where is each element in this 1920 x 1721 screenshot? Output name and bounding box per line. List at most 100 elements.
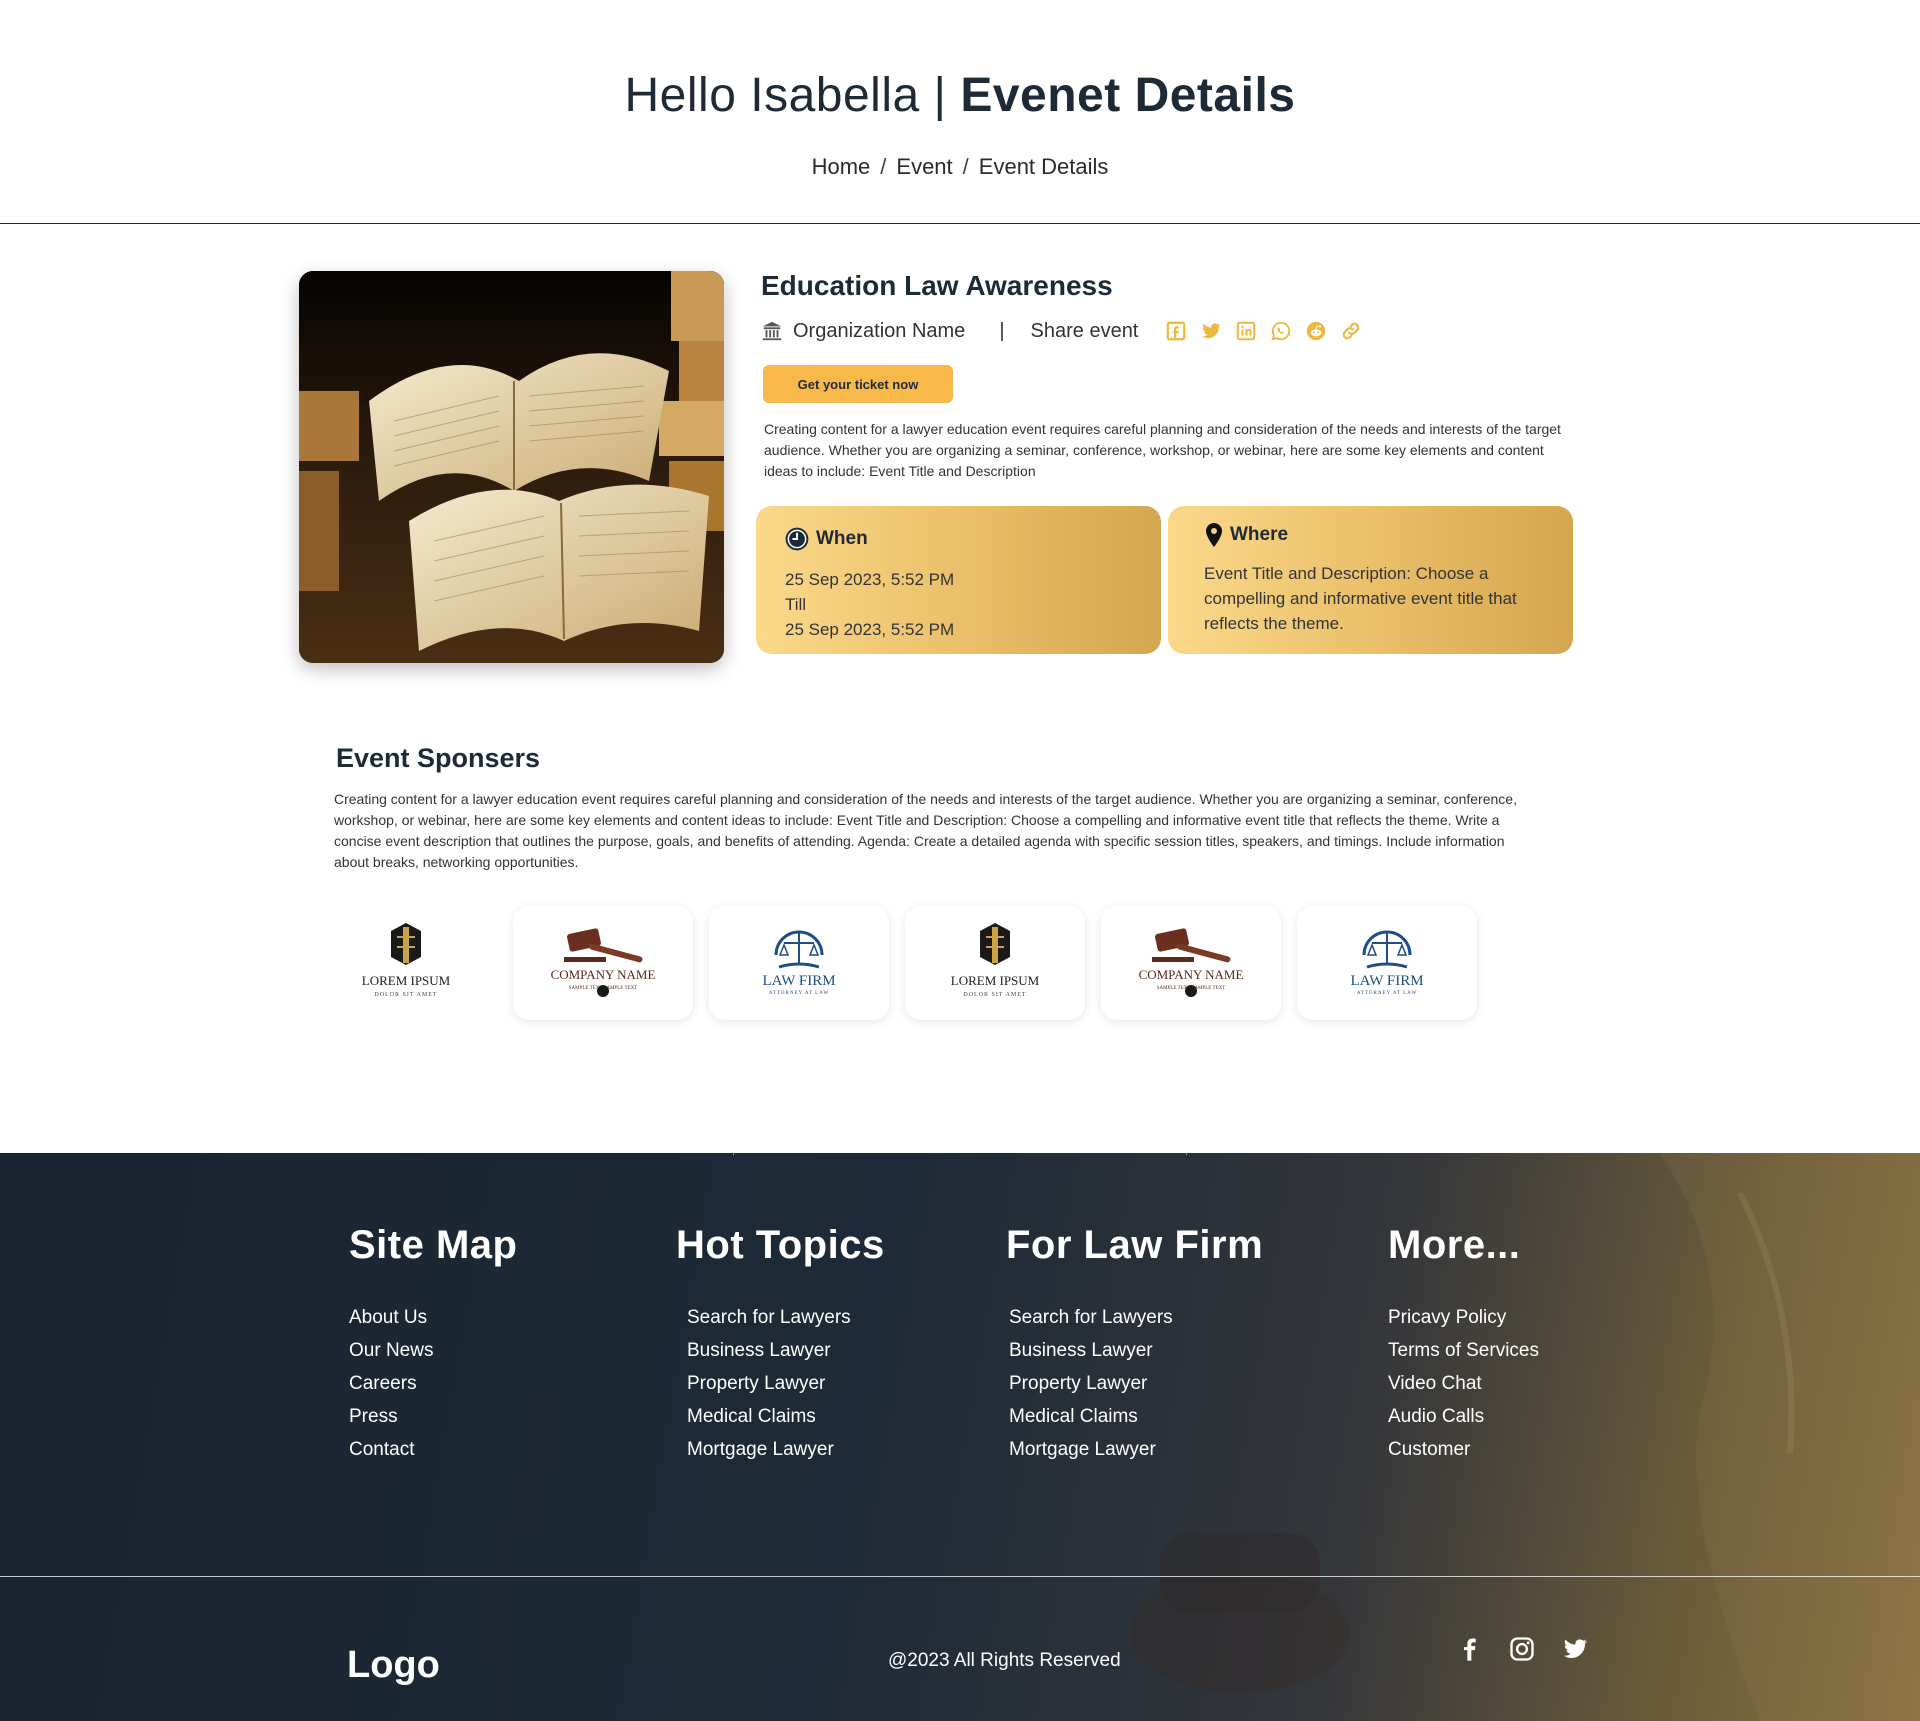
footer-logo[interactable]: Logo xyxy=(347,1644,440,1687)
sponsor-logo-company-name[interactable]: COMPANY NAME SAMPLE TEXT SAMPLE TEXT xyxy=(1101,906,1281,1020)
lorem-ipsum-logo: LOREM IPSUM DOLOR SIT AMET xyxy=(362,923,451,998)
footer-link[interactable]: Business Lawyer xyxy=(687,1338,885,1371)
sponsors-description: Creating content for a lawyer education … xyxy=(334,791,1517,870)
footer-link[interactable]: Our News xyxy=(349,1338,517,1371)
lorem-ipsum-logo-text: LOREM IPSUM xyxy=(951,973,1040,988)
books-illustration xyxy=(299,271,724,663)
footer-column-site-map: Site Map About Us Our News Careers Press… xyxy=(349,1223,517,1470)
linkedin-icon[interactable] xyxy=(1235,320,1257,342)
sponsor-logo-law-firm[interactable]: LAW FIRM ATTORNEY AT LAW xyxy=(709,906,889,1020)
breadcrumb: Home / Event / Event Details xyxy=(0,154,1920,180)
page-title: Hello Isabella | Evenet Details xyxy=(0,68,1920,123)
footer-link[interactable]: Search for Lawyers xyxy=(1009,1305,1263,1338)
footer-link[interactable]: Mortgage Lawyer xyxy=(1009,1437,1263,1470)
facebook-icon[interactable] xyxy=(1165,320,1187,342)
breadcrumb-separator: / xyxy=(962,154,969,179)
footer-divider xyxy=(0,1576,1920,1577)
facebook-icon[interactable] xyxy=(1455,1635,1483,1663)
scales-logo: LAW FIRM ATTORNEY AT LAW xyxy=(762,930,836,996)
meta-divider: | xyxy=(999,319,1005,342)
footer-column-title: More... xyxy=(1388,1223,1521,1267)
event-till-label: Till xyxy=(785,595,807,614)
footer-link[interactable]: Property Lawyer xyxy=(687,1371,885,1404)
footer-link[interactable]: Medical Claims xyxy=(687,1404,885,1437)
where-card: Where Event Title and Description: Choos… xyxy=(1168,506,1573,654)
footer-link[interactable]: Search for Lawyers xyxy=(687,1305,885,1338)
footer-link[interactable]: Property Lawyer xyxy=(1009,1371,1263,1404)
clock-icon xyxy=(785,527,809,551)
site-footer: Site Map About Us Our News Careers Press… xyxy=(0,1153,1920,1721)
footer-link[interactable]: Audio Calls xyxy=(1388,1404,1539,1437)
where-heading: Where xyxy=(1204,522,1288,548)
event-meta-row: Organization Name | Share event xyxy=(761,316,1362,346)
footer-link[interactable]: Press xyxy=(349,1404,517,1437)
when-heading: When xyxy=(784,526,868,552)
twitter-icon[interactable] xyxy=(1561,1635,1589,1663)
event-image xyxy=(299,271,724,663)
law-firm-logo-sub: ATTORNEY AT LAW xyxy=(769,991,829,996)
lorem-ipsum-logo-text: LOREM IPSUM xyxy=(362,973,451,988)
breadcrumb-home[interactable]: Home xyxy=(812,154,871,179)
breadcrumb-event-details: Event Details xyxy=(978,154,1109,179)
breadcrumb-event[interactable]: Event xyxy=(896,154,952,179)
footer-column-title: For Law Firm xyxy=(1006,1223,1264,1267)
get-ticket-button[interactable]: Get your ticket now xyxy=(763,365,953,403)
sponsor-logo-law-firm[interactable]: LAW FIRM ATTORNEY AT LAW xyxy=(1297,906,1477,1020)
reddit-icon[interactable] xyxy=(1305,320,1327,342)
footer-column-more: More... Pricavy Policy Terms of Services… xyxy=(1388,1223,1539,1470)
footer-link[interactable]: Medical Claims xyxy=(1009,1404,1263,1437)
when-label: When xyxy=(816,528,868,549)
link-icon[interactable] xyxy=(1340,320,1362,342)
sponsors-title: Event Sponsers xyxy=(336,743,541,773)
footer-link[interactable]: Pricavy Policy xyxy=(1388,1305,1539,1338)
page-header: Hello Isabella | Evenet Details Home / Eve… xyxy=(0,0,1920,224)
footer-column-title: Hot Topics xyxy=(676,1223,885,1267)
footer-link[interactable]: Terms of Services xyxy=(1388,1338,1539,1371)
law-firm-logo-text: LAW FIRM xyxy=(1350,973,1423,989)
footer-column-title: Site Map xyxy=(349,1223,518,1267)
footer-link[interactable]: Customer xyxy=(1388,1437,1539,1470)
footer-link[interactable]: Video Chat xyxy=(1388,1371,1539,1404)
footer-link[interactable]: Careers xyxy=(349,1371,517,1404)
sponsor-logo-lorem-ipsum[interactable]: LOREM IPSUM DOLOR SIT AMET xyxy=(905,906,1085,1020)
lorem-ipsum-logo-sub: DOLOR SIT AMET xyxy=(963,992,1026,998)
footer-column-hot-topics: Hot Topics Search for Lawyers Business L… xyxy=(676,1223,885,1470)
divider-tick xyxy=(1186,1153,1187,1155)
instagram-icon[interactable] xyxy=(1508,1635,1536,1663)
scales-logo: LAW FIRM ATTORNEY AT LAW xyxy=(1350,930,1424,996)
when-card: When 25 Sep 2023, 5:52 PM Till 25 Sep 20… xyxy=(756,506,1161,654)
footer-social-links xyxy=(1455,1635,1614,1663)
event-title: Education Law Awareness xyxy=(761,270,1113,301)
organization-name[interactable]: Organization Name xyxy=(793,320,965,343)
copyright-text: @2023 All Rights Reserved xyxy=(888,1650,1121,1671)
divider-tick xyxy=(733,1153,734,1155)
event-description: Creating content for a lawyer education … xyxy=(764,421,1561,479)
footer-link[interactable]: About Us xyxy=(349,1305,517,1338)
event-end-datetime: 25 Sep 2023, 5:52 PM xyxy=(785,620,955,639)
law-firm-logo-text: LAW FIRM xyxy=(762,973,835,989)
where-text: Event Title and Description: Choose a co… xyxy=(1204,564,1517,633)
footer-column-for-law-firm: For Law Firm Search for Lawyers Business… xyxy=(1006,1223,1263,1470)
twitter-icon[interactable] xyxy=(1200,320,1222,342)
when-details: 25 Sep 2023, 5:52 PM Till 25 Sep 2023, 5… xyxy=(785,567,954,642)
bank-icon xyxy=(762,321,782,341)
greeting-text: Hello Isabella | xyxy=(624,69,961,122)
company-name-logo-text: COMPANY NAME xyxy=(551,967,656,982)
footer-link[interactable]: Business Lawyer xyxy=(1009,1338,1263,1371)
footer-link[interactable]: Mortgage Lawyer xyxy=(687,1437,885,1470)
where-label: Where xyxy=(1230,524,1289,545)
company-name-logo-text: COMPANY NAME xyxy=(1139,967,1244,982)
breadcrumb-separator: / xyxy=(880,154,887,179)
lorem-ipsum-logo: LOREM IPSUM DOLOR SIT AMET xyxy=(951,923,1040,998)
gavel-logo: COMPANY NAME SAMPLE TEXT SAMPLE TEXT xyxy=(551,928,656,997)
law-firm-logo-sub: ATTORNEY AT LAW xyxy=(1357,991,1417,996)
sponsor-logo-company-name[interactable]: COMPANY NAME SAMPLE TEXT SAMPLE TEXT xyxy=(513,906,693,1020)
event-start-datetime: 25 Sep 2023, 5:52 PM xyxy=(785,570,955,589)
share-label: Share event xyxy=(1030,319,1139,342)
sponsor-logo-lorem-ipsum[interactable]: LOREM IPSUM DOLOR SIT AMET xyxy=(316,906,496,1020)
page-title-strong: Evenet Details xyxy=(960,69,1296,122)
footer-link[interactable]: Contact xyxy=(349,1437,517,1470)
location-pin-icon xyxy=(1206,523,1222,547)
whatsapp-icon[interactable] xyxy=(1270,320,1292,342)
gavel-logo: COMPANY NAME SAMPLE TEXT SAMPLE TEXT xyxy=(1139,928,1244,997)
